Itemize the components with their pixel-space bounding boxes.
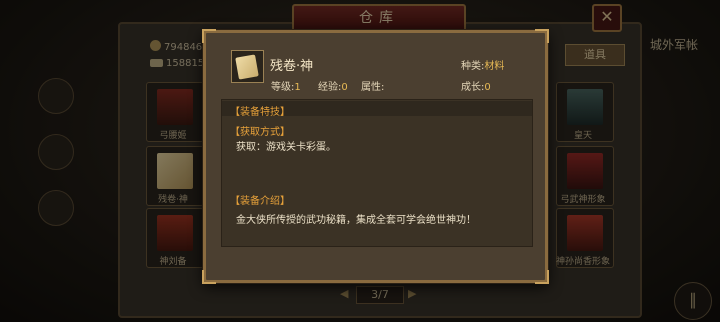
scroll-icon [235, 54, 259, 80]
item-type: 种类:材料 [461, 61, 505, 72]
section-source-title: 【获取方式】 [230, 127, 290, 138]
item-attr: 属性: [361, 82, 385, 93]
item-icon-frame [231, 50, 264, 83]
detail-panel: 【装备特技】 【获取方式】 获取：游戏关卡彩蛋。 【装备介绍】 金大侠所传授的武… [221, 99, 533, 247]
intro-text: 金大侠所传授的武功秘籍，集成全套可学会绝世神功！ [236, 215, 476, 226]
section-intro-title: 【装备介绍】 [230, 196, 290, 207]
item-exp: 经验:0 [318, 82, 348, 93]
item-growth: 成长:0 [461, 82, 491, 93]
source-text: 获取：游戏关卡彩蛋。 [236, 142, 336, 153]
item-name: 残卷·神 [270, 59, 314, 74]
item-detail-modal: 残卷·神 种类:材料 等级:1 经验:0 属性: 成长:0 【装备特技】 【获取… [202, 29, 549, 284]
item-level: 等级:1 [271, 82, 301, 93]
section-special-title: 【装备特技】 [230, 107, 290, 118]
